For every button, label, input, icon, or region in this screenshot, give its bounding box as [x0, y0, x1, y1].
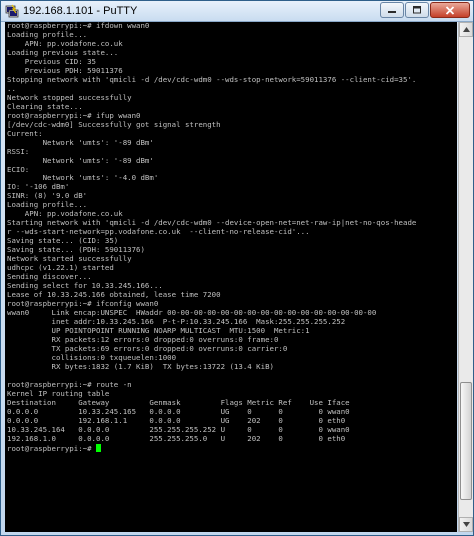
- terminal-line: Saving state... (CID: 35): [7, 237, 119, 246]
- terminal-line: Clearing state...: [7, 102, 83, 111]
- maximize-button[interactable]: [405, 2, 429, 18]
- close-button[interactable]: [430, 2, 470, 18]
- text-cursor: [96, 443, 101, 452]
- terminal-line: IO: '-106 dBm': [7, 183, 70, 192]
- terminal-line: APN: pp.vodafone.co.uk: [7, 210, 123, 219]
- window-controls: [380, 2, 470, 19]
- terminal-line: APN: pp.vodafone.co.uk: [7, 39, 123, 48]
- terminal-line: Previous PDH: 59011376: [7, 66, 123, 75]
- terminal-line: 10.33.245.164 0.0.0.0 255.255.255.252 U …: [7, 425, 350, 434]
- terminal-line: Sending discover...: [7, 273, 92, 282]
- terminal-line: Network 'umts': '-4.0 dBm': [7, 174, 159, 183]
- terminal-line: inet addr:10.33.245.166 P-t-P:10.33.245.…: [7, 317, 346, 326]
- terminal-line: RX bytes:1832 (1.7 KiB) TX bytes:13722 (…: [7, 362, 274, 371]
- maximize-icon: [413, 6, 421, 14]
- terminal-line: Lease of 10.33.245.166 obtained, lease t…: [7, 291, 221, 300]
- terminal-line: Network started successfully: [7, 255, 132, 264]
- arrow-up-icon: [462, 27, 470, 32]
- terminal-line: Destination Gateway Genmask Flags Metric…: [7, 398, 350, 407]
- terminal-line: Network stopped successfully: [7, 93, 132, 102]
- terminal-line: collisions:0 txqueuelen:1000: [7, 353, 177, 362]
- close-icon: [445, 5, 455, 15]
- terminal-line: udhcpc (v1.22.1) started: [7, 264, 114, 273]
- terminal-line: r --wds-start-network=pp.vodafone.co.uk …: [7, 228, 310, 237]
- scroll-up-button[interactable]: [459, 22, 473, 37]
- terminal-line: root@raspberrypi:~#: [7, 443, 416, 453]
- terminal-line: wwan0 Link encap:UNSPEC HWaddr 00-00-00-…: [7, 309, 377, 317]
- terminal-line: Current:: [7, 129, 43, 138]
- terminal-line: [/dev/cdc-wdm0] Successfully got signal …: [7, 120, 221, 129]
- terminal-line: Kernel IP routing table: [7, 389, 110, 398]
- terminal-line: Network 'umts': '-89 dBm': [7, 138, 154, 147]
- title-bar[interactable]: 192.168.1.101 - PuTTY: [1, 1, 473, 22]
- putty-icon: [5, 4, 19, 18]
- scroll-down-button[interactable]: [459, 517, 473, 532]
- arrow-down-icon: [462, 522, 470, 527]
- terminal-line: Sending select for 10.33.245.166...: [7, 282, 163, 291]
- terminal-line: 0.0.0.0 10.33.245.165 0.0.0.0 UG 0 0 0 w…: [7, 407, 350, 416]
- terminal-line: Starting network with 'qmicli -d /dev/cd…: [7, 219, 417, 228]
- terminal-line: root@raspberrypi:~# ifconfig wwan0: [7, 300, 159, 309]
- terminal-line: Network 'umts': '-89 dBm': [7, 156, 154, 165]
- terminal-lines: root@raspberrypi:~# ifdown wwan0 Loading …: [7, 22, 416, 453]
- terminal-line: Previous CID: 35: [7, 57, 96, 66]
- terminal-line: RSSI:: [7, 147, 30, 156]
- terminal-line: Loading profile...: [7, 201, 88, 210]
- terminal-output[interactable]: root@raspberrypi:~# ifdown wwan0 Loading …: [5, 22, 457, 532]
- terminal-line: 192.168.1.0 0.0.0.0 255.255.255.0 U 202 …: [7, 434, 346, 443]
- vertical-scrollbar[interactable]: [458, 22, 473, 532]
- terminal-line: TX packets:69 errors:0 dropped:0 overrun…: [7, 344, 288, 353]
- minimize-icon: [388, 11, 396, 13]
- terminal-line: UP POINTOPOINT RUNNING NOARP MULTICAST M…: [7, 326, 310, 335]
- window-title: 192.168.1.101 - PuTTY: [23, 5, 138, 17]
- terminal-line: ECIO:: [7, 165, 30, 174]
- terminal-line: Stopping network with 'qmicli -d /dev/cd…: [7, 75, 417, 84]
- putty-window: 192.168.1.101 - PuTTY root@raspberrypi:~…: [0, 0, 474, 536]
- terminal-line: Loading profile...: [7, 30, 88, 39]
- terminal-line: SINR: (8) '9.0 dB': [7, 192, 88, 201]
- terminal-line: ..: [7, 84, 16, 93]
- terminal-line: 0.0.0.0 192.168.1.1 0.0.0.0 UG 202 0 0 e…: [7, 416, 346, 425]
- terminal-line: root@raspberrypi:~# route -n: [7, 380, 132, 389]
- terminal-line: root@raspberrypi:~# ifdown wwan0: [7, 22, 150, 30]
- terminal-line: RX packets:12 errors:0 dropped:0 overrun…: [7, 335, 279, 344]
- terminal-line: Loading previous state...: [7, 48, 119, 57]
- scrollbar-thumb[interactable]: [460, 382, 472, 500]
- terminal-line: root@raspberrypi:~# ifup wwan0: [7, 111, 141, 120]
- minimize-button[interactable]: [380, 2, 404, 18]
- terminal-line: Saving state... (PDH: 59011376): [7, 246, 145, 255]
